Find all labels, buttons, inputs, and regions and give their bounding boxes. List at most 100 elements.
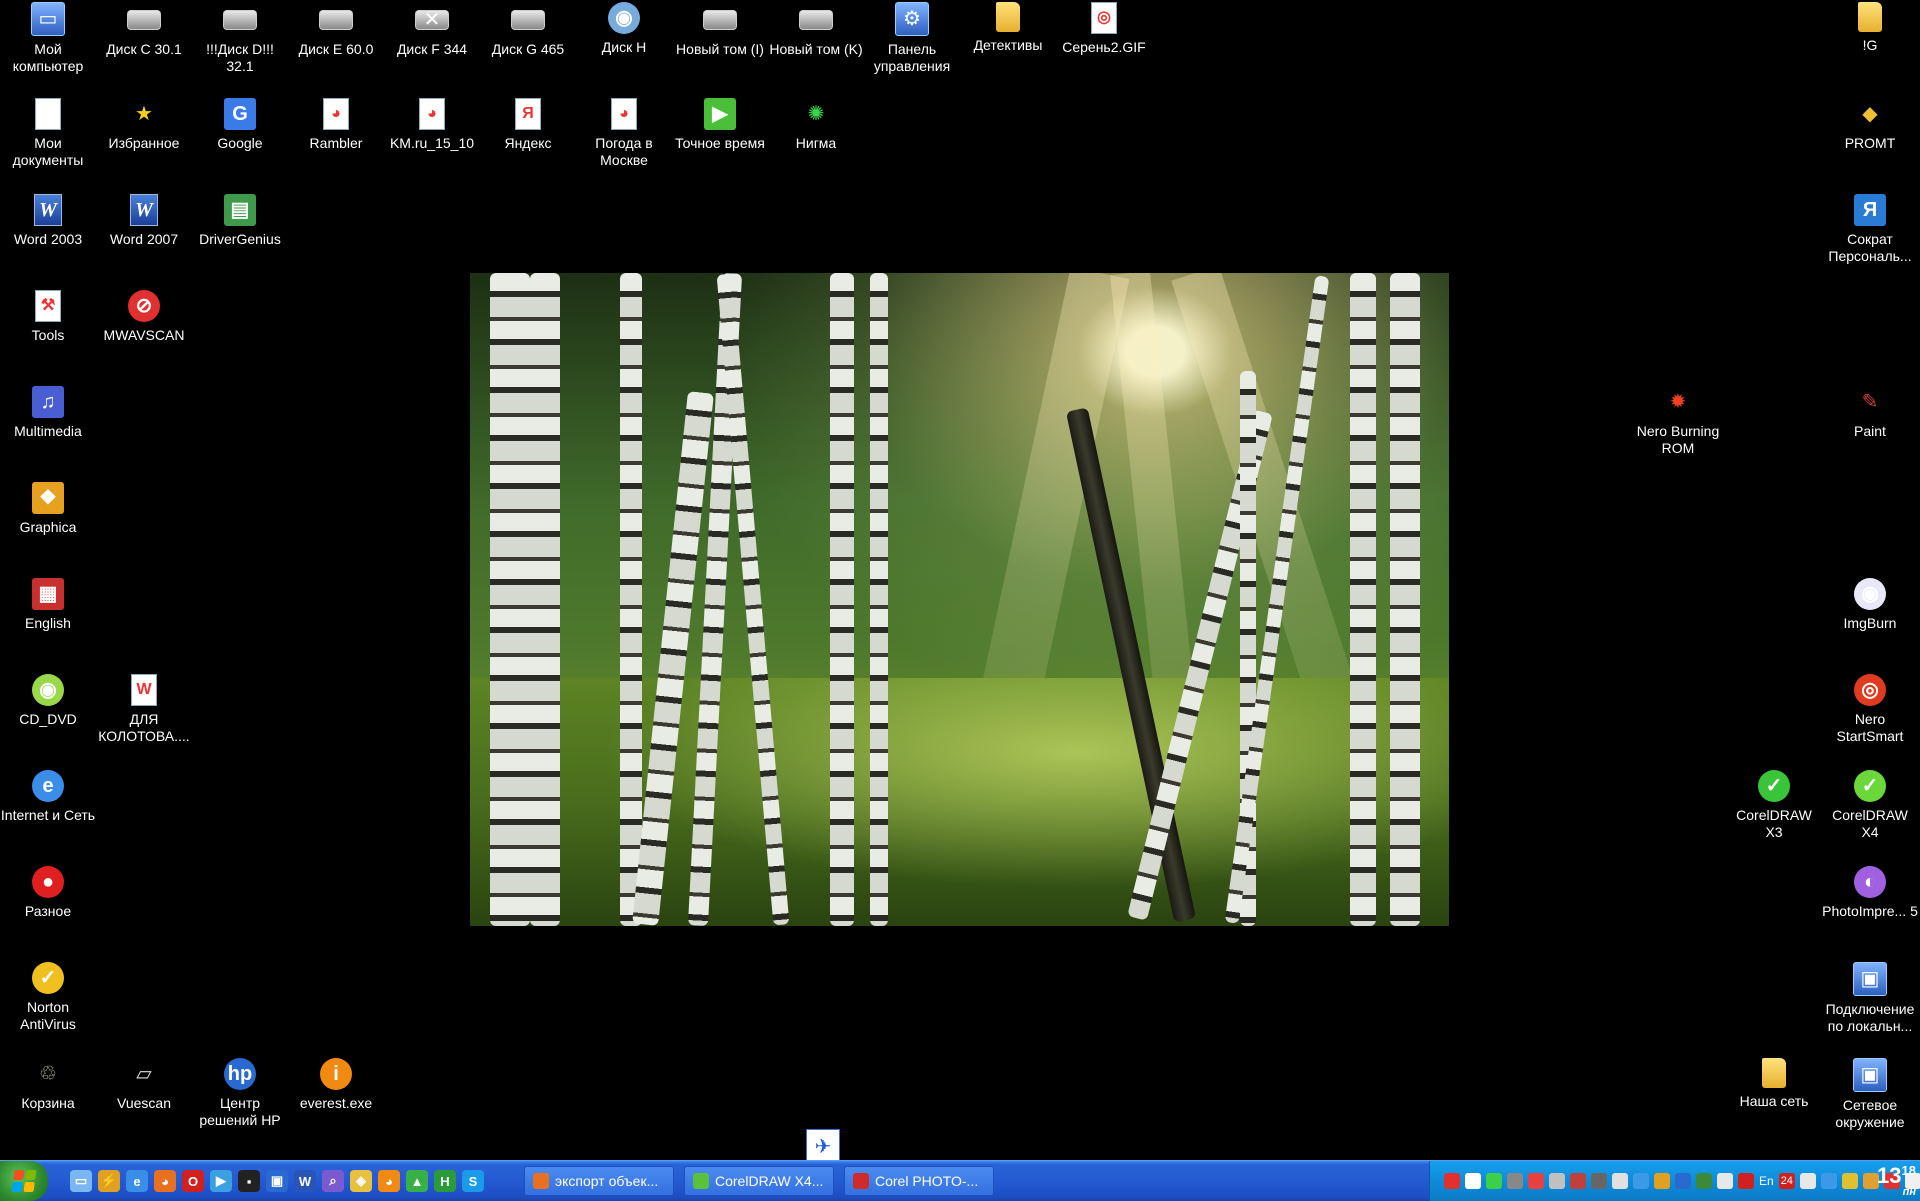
desktop-icon-label: Мой компьютер xyxy=(12,41,84,74)
tray-icon[interactable] xyxy=(1820,1173,1837,1189)
desktop-icon-label: !G xyxy=(1862,37,1878,53)
desktop-icon-label: Диск G 465 xyxy=(491,41,565,57)
windows-logo-icon xyxy=(11,1170,37,1192)
desktop-icon-control-panel[interactable]: ⚙ Панель управления xyxy=(864,2,960,75)
desktop-icon-exact-time[interactable]: ▶ Точное время xyxy=(672,98,768,152)
desktop-icon-network-places[interactable]: ▣ Сетевое окружение xyxy=(1822,1058,1918,1131)
photo-icon[interactable]: ◈ xyxy=(350,1170,372,1192)
task-button-coreldraw-x4[interactable]: CorelDRAW X4... xyxy=(684,1166,834,1196)
tray-icon[interactable] xyxy=(1591,1173,1607,1189)
start-button[interactable] xyxy=(0,1161,48,1201)
tray-icon[interactable] xyxy=(1528,1173,1544,1189)
desktop-icon-my-computer[interactable]: ▭ Мой компьютер xyxy=(0,2,96,75)
tray-icon[interactable] xyxy=(1612,1173,1628,1189)
terminal-icon[interactable]: ▪ xyxy=(238,1170,260,1192)
desktop-icon-detectives[interactable]: Детективы xyxy=(960,2,1056,54)
clock[interactable]: 1318 пн xyxy=(1877,1164,1916,1198)
desktop-icon-siren2-gif[interactable]: ◎ Серень2.GIF xyxy=(1056,2,1152,56)
desktop-icon-norton[interactable]: ✓ Norton AntiVirus xyxy=(0,962,96,1033)
desktop-icon-label: Мои документы xyxy=(12,135,84,168)
search-icon[interactable]: ⌕ xyxy=(322,1170,344,1192)
ie-icon[interactable]: e xyxy=(126,1170,148,1192)
monitor-icon[interactable]: ▣ xyxy=(266,1170,288,1192)
desktop-icon-nero-burning-rom[interactable]: ✹ Nero Burning ROM xyxy=(1630,386,1726,457)
desktop-icon-tools[interactable]: ⚒ Tools xyxy=(0,290,96,344)
desktop-icon-nero-startsmart[interactable]: ◎ Nero StartSmart xyxy=(1822,674,1918,745)
show-desktop-icon[interactable]: ▭ xyxy=(70,1170,92,1192)
desktop-icon-word-2003[interactable]: W Word 2003 xyxy=(0,194,96,248)
winamp-icon[interactable]: ⚡ xyxy=(98,1170,120,1192)
desktop-icon-english[interactable]: ▦ English xyxy=(0,578,96,632)
tray-icon[interactable] xyxy=(1507,1173,1523,1189)
desktop-icon-disk-f[interactable]: ✕ Диск F 344 xyxy=(384,2,480,58)
desktop-icon-rambler[interactable]: ◕ Rambler xyxy=(288,98,384,152)
image-icon[interactable]: ▲ xyxy=(406,1170,428,1192)
desktop-icon-multimedia[interactable]: ♫ Multimedia xyxy=(0,386,96,440)
desktop-icon-paint[interactable]: ✎ Paint xyxy=(1822,386,1918,440)
desktop-icon-label: Nero StartSmart xyxy=(1836,711,1904,744)
desktop-icon-label: Серень2.GIF xyxy=(1062,39,1146,55)
desktop-icon-internet-network[interactable]: e Internet и Сеть xyxy=(0,770,96,824)
desktop-icon-new-volume-k[interactable]: Новый том (K) xyxy=(768,2,864,58)
h-app-icon[interactable]: H xyxy=(434,1170,456,1192)
tray-icon[interactable] xyxy=(1696,1173,1712,1189)
tray-badge[interactable]: 24 xyxy=(1778,1173,1795,1189)
desktop-icon-yandex[interactable]: Я Яндекс xyxy=(480,98,576,152)
desktop-icon-raznoe[interactable]: ● Разное xyxy=(0,866,96,920)
desktop-icon-promt[interactable]: ◆ PROMT xyxy=(1822,98,1918,152)
firefox-icon[interactable]: ◕ xyxy=(154,1170,176,1192)
tray-icon[interactable] xyxy=(1841,1173,1858,1189)
printer-icon[interactable]: ✈ xyxy=(806,1129,840,1163)
tray-icon[interactable] xyxy=(1717,1173,1733,1189)
desktop-icon-socrat[interactable]: Я Сократ Персональ... xyxy=(1822,194,1918,265)
desktop-icon-cd-dvd[interactable]: ◉ CD_DVD xyxy=(0,674,96,728)
desktop-icon-km-ru[interactable]: ◕ KM.ru_15_10 xyxy=(384,98,480,152)
desktop-icon-photoimpression[interactable]: ◐ PhotoImpre... 5 xyxy=(1822,866,1918,920)
tray-icon[interactable] xyxy=(1486,1173,1502,1189)
desktop-icon-graphica[interactable]: ❖ Graphica xyxy=(0,482,96,536)
desktop-icon-disk-c[interactable]: Диск C 30.1 xyxy=(96,2,192,58)
desktop-icon-disk-e[interactable]: Диск E 60.0 xyxy=(288,2,384,58)
word-icon[interactable]: W xyxy=(294,1170,316,1192)
task-button-firefox-export[interactable]: экспорт объек... xyxy=(524,1166,674,1196)
language-indicator[interactable]: En xyxy=(1759,1173,1774,1189)
firefox-2-icon[interactable]: ◕ xyxy=(378,1170,400,1192)
desktop-icon-favorites[interactable]: ★ Избранное xyxy=(96,98,192,152)
desktop-icon-coreldraw-x3[interactable]: ✓ CorelDRAW X3 xyxy=(1726,770,1822,841)
desktop-icon-everest[interactable]: i everest.exe xyxy=(288,1058,384,1112)
tray-icon[interactable] xyxy=(1675,1173,1691,1189)
desktop-icon-hp-center[interactable]: hp Центр решений HP xyxy=(192,1058,288,1129)
desktop-icon-coreldraw-x4[interactable]: ✓ CorelDRAW X4 xyxy=(1822,770,1918,841)
tray-icon[interactable] xyxy=(1570,1173,1586,1189)
desktop-icon-mwavscan[interactable]: ⊘ MWAVSCAN xyxy=(96,290,192,344)
desktop-icon-g-folder[interactable]: !G xyxy=(1822,2,1918,54)
tray-icon[interactable] xyxy=(1799,1173,1816,1189)
tray-icon[interactable] xyxy=(1654,1173,1670,1189)
desktop-icon-new-volume-i[interactable]: Новый том (I) xyxy=(672,2,768,58)
tray-icon[interactable] xyxy=(1738,1173,1754,1189)
desktop-icon-nigma[interactable]: ✺ Нигма xyxy=(768,98,864,152)
desktop-icon-disk-h[interactable]: ◉ Диск H xyxy=(576,2,672,56)
desktop-icon-word-2007[interactable]: W Word 2007 xyxy=(96,194,192,248)
desktop-icon-imgburn[interactable]: ◉ ImgBurn xyxy=(1822,578,1918,632)
desktop-icon-our-network[interactable]: Наша сеть xyxy=(1726,1058,1822,1110)
desktop-icon-my-documents[interactable]: Мои документы xyxy=(0,98,96,169)
tray-icon[interactable] xyxy=(1633,1173,1649,1189)
media-player-icon[interactable]: ▶ xyxy=(210,1170,232,1192)
tray-icon[interactable] xyxy=(1549,1173,1565,1189)
tray-icon[interactable] xyxy=(1465,1173,1481,1189)
tray-icon[interactable] xyxy=(1444,1173,1460,1189)
desktop-icon-google[interactable]: G Google xyxy=(192,98,288,152)
task-button-corel-photo[interactable]: Corel PHOTO-... xyxy=(844,1166,994,1196)
desktop-icon-local-connection[interactable]: ▣ Подключение по локальн... xyxy=(1822,962,1918,1035)
desktop-icon-disk-d[interactable]: !!!Диск D!!! 32.1 xyxy=(192,2,288,75)
desktop-icon-for-kolotova[interactable]: W ДЛЯ КОЛОТОВА.... xyxy=(96,674,192,745)
skype-icon[interactable]: S xyxy=(462,1170,484,1192)
desktop-icon-disk-g[interactable]: Диск G 465 xyxy=(480,2,576,58)
desktop-icon-recycle-bin[interactable]: ♲ Корзина xyxy=(0,1058,96,1112)
opera-icon[interactable]: O xyxy=(182,1170,204,1192)
desktop-icon-driver-genius[interactable]: ▤ DriverGenius xyxy=(192,194,288,248)
desktop-icon-vuescan[interactable]: ▱ Vuescan xyxy=(96,1058,192,1112)
desktop-icon-weather-moscow[interactable]: ◕ Погода в Москве xyxy=(576,98,672,169)
desktop-icon-label: !!!Диск D!!! 32.1 xyxy=(206,41,274,74)
